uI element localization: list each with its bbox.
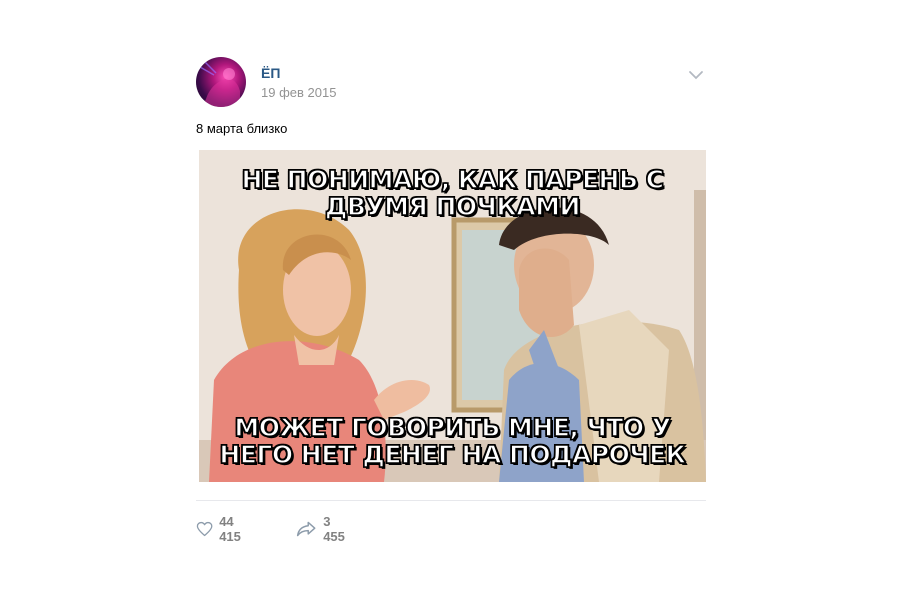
post-author[interactable]: ЁП <box>261 65 280 81</box>
meme-caption-bottom: МОЖЕТ ГОВОРИТЬ МНЕ, ЧТО У НЕГО НЕТ ДЕНЕГ… <box>219 413 687 469</box>
meme-caption-top: НЕ ПОНИМАЮ, КАК ПАРЕНЬ С ДВУМЯ ПОЧКАМИ <box>241 165 665 221</box>
share-count: 3 455 <box>323 514 345 544</box>
heart-icon <box>196 521 213 537</box>
share-button[interactable]: 3 455 <box>296 514 350 544</box>
post-date[interactable]: 19 фев 2015 <box>261 85 336 100</box>
share-arrow-icon <box>296 521 316 537</box>
like-count: 44 415 <box>219 514 241 544</box>
post-text: 8 марта близко <box>196 121 288 136</box>
meme-image[interactable]: НЕ ПОНИМАЮ, КАК ПАРЕНЬ С ДВУМЯ ПОЧКАМИ М… <box>199 150 706 482</box>
avatar-image <box>199 60 240 107</box>
like-button[interactable]: 44 415 <box>196 514 248 544</box>
chevron-down-icon[interactable] <box>688 69 704 81</box>
post-divider <box>196 500 706 501</box>
avatar[interactable] <box>196 57 246 107</box>
